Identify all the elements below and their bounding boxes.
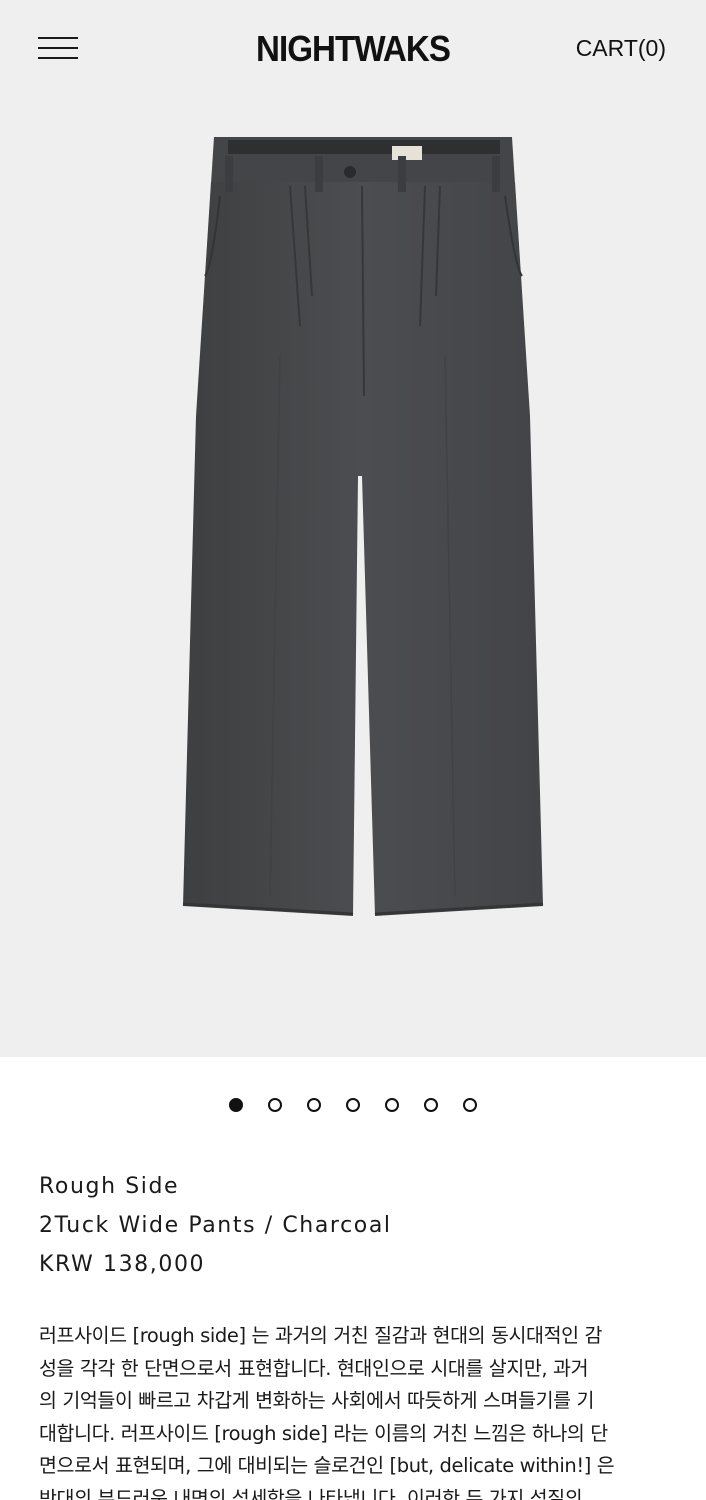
carousel-dot-7[interactable]	[463, 1098, 477, 1112]
product-description: 러프사이드 [rough side] 는 과거의 거친 질감과 현대의 동시대적…	[39, 1320, 669, 1500]
carousel-dot-3[interactable]	[307, 1098, 321, 1112]
product-collection: Rough Side	[39, 1174, 180, 1199]
product-image-pants	[182, 137, 544, 916]
carousel-dot-5[interactable]	[385, 1098, 399, 1112]
product-info: Rough Side 2Tuck Wide Pants / Charcoal K…	[39, 1167, 392, 1284]
site-header: NIGHTWAKS CART(0)	[0, 0, 706, 96]
cart-link[interactable]: CART(0)	[576, 35, 666, 62]
product-image-carousel[interactable]	[0, 96, 706, 1057]
description-line: 러프사이드 [rough side] 는 과거의 거친 질감과 현대의 동시대적…	[39, 1324, 602, 1347]
description-line: 대합니다. 러프사이드 [rough side] 라는 이름의 거친 느낌은 하…	[39, 1421, 608, 1445]
carousel-dot-6[interactable]	[424, 1098, 438, 1112]
carousel-pagination	[0, 1098, 706, 1112]
description-line: 성을 각각 한 단면으로서 표현합니다. 현대인으로 시대를 살지만, 과거	[39, 1356, 589, 1380]
product-name: 2Tuck Wide Pants / Charcoal	[39, 1213, 392, 1238]
description-line: 면으로서 표현되며, 그에 대비되는 슬로건인 [but, delicate w…	[39, 1454, 615, 1477]
product-page: NIGHTWAKS CART(0) Rough Side 2Tuck Wide …	[0, 0, 706, 1500]
carousel-dot-4[interactable]	[346, 1098, 360, 1112]
carousel-dot-2[interactable]	[268, 1098, 282, 1112]
description-line: 반대의 부드러운 내면의 섬세함을 나타냅니다. 이러한 두 가지 성질의	[39, 1486, 583, 1500]
description-line: 의 기억들이 빠르고 차갑게 변화하는 사회에서 따듯하게 스며들기를 기	[39, 1389, 595, 1412]
carousel-dot-1[interactable]	[229, 1098, 243, 1112]
product-price: KRW 138,000	[39, 1252, 206, 1277]
